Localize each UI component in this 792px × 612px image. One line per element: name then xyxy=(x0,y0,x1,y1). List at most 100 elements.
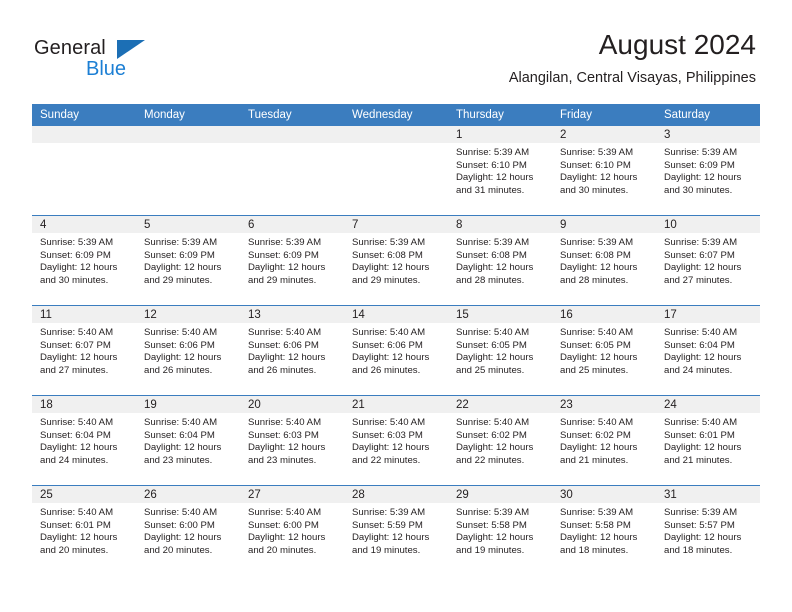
day-detail-line: Sunset: 6:06 PM xyxy=(144,339,215,351)
calendar-day-cell[interactable]: 4 Sunrise: 5:39 AM Sunset: 6:09 PM Daylight… xyxy=(32,216,136,305)
weekday-header-tuesday: Tuesday xyxy=(248,109,292,121)
day-details: Sunrise: 5:40 AM Sunset: 6:00 PM Daylight:… xyxy=(240,503,344,557)
day-details: Sunrise: 5:40 AM Sunset: 6:04 PM Daylight:… xyxy=(136,413,240,467)
calendar-day-cell[interactable]: 16 Sunrise: 5:40 AM Sunset: 6:05 PM Dayligh… xyxy=(552,306,656,395)
calendar-day-cell[interactable]: 27 Sunrise: 5:40 AM Sunset: 6:00 PM Dayligh… xyxy=(240,486,344,575)
day-detail-line: Daylight: 12 hours xyxy=(560,532,638,544)
day-detail-line: Sunset: 6:01 PM xyxy=(40,519,111,531)
day-detail-line: Daylight: 12 hours xyxy=(560,352,638,364)
day-details: Sunrise: 5:40 AM Sunset: 6:04 PM Daylight:… xyxy=(32,413,136,467)
calendar-day-cell[interactable]: 31 Sunrise: 5:39 AM Sunset: 5:57 PM Dayligh… xyxy=(656,486,760,575)
day-number: 6 xyxy=(240,216,344,233)
page-header: General Blue August 2024 Alangilan, Cent… xyxy=(0,0,792,104)
calendar-day-cell[interactable]: 25 Sunrise: 5:40 AM Sunset: 6:01 PM Dayligh… xyxy=(32,486,136,575)
day-detail-line: Sunrise: 5:39 AM xyxy=(248,237,322,248)
day-number xyxy=(136,126,240,143)
calendar-day-cell[interactable]: 17 Sunrise: 5:40 AM Sunset: 6:04 PM Dayligh… xyxy=(656,306,760,395)
day-detail-line: Daylight: 12 hours xyxy=(144,442,222,454)
day-details: Sunrise: 5:40 AM Sunset: 6:05 PM Daylight:… xyxy=(552,323,656,377)
day-details: Sunrise: 5:40 AM Sunset: 6:03 PM Daylight:… xyxy=(240,413,344,467)
calendar-day-cell[interactable]: 3 Sunrise: 5:39 AM Sunset: 6:09 PM Daylight… xyxy=(656,126,760,215)
calendar-day-cell[interactable]: 23 Sunrise: 5:40 AM Sunset: 6:02 PM Dayligh… xyxy=(552,396,656,485)
day-details: Sunrise: 5:39 AM Sunset: 5:58 PM Daylight:… xyxy=(552,503,656,557)
day-detail-line: Sunset: 6:07 PM xyxy=(664,249,735,261)
day-detail-line: Sunset: 6:04 PM xyxy=(144,429,215,441)
day-detail-line: Sunrise: 5:40 AM xyxy=(664,327,738,338)
weekday-header-thursday: Thursday xyxy=(456,109,504,121)
calendar-day-cell[interactable]: 13 Sunrise: 5:40 AM Sunset: 6:06 PM Dayligh… xyxy=(240,306,344,395)
location-subtitle: Alangilan, Central Visayas, Philippines xyxy=(508,70,756,86)
day-detail-line: Daylight: 12 hours xyxy=(40,352,118,364)
day-detail-line: Sunset: 6:01 PM xyxy=(664,429,735,441)
calendar-day-cell[interactable]: 18 Sunrise: 5:40 AM Sunset: 6:04 PM Dayligh… xyxy=(32,396,136,485)
calendar-day-cell[interactable]: 26 Sunrise: 5:40 AM Sunset: 6:00 PM Dayligh… xyxy=(136,486,240,575)
day-detail-line: and 30 minutes. xyxy=(40,274,109,286)
calendar-grid: Sunday Monday Tuesday Wednesday Thursday Frid… xyxy=(32,104,760,575)
calendar-day-cell[interactable]: 22 Sunrise: 5:40 AM Sunset: 6:02 PM Dayligh… xyxy=(448,396,552,485)
calendar-day-cell[interactable]: 19 Sunrise: 5:40 AM Sunset: 6:04 PM Dayligh… xyxy=(136,396,240,485)
day-detail-line: and 25 minutes. xyxy=(456,364,525,376)
logo-text-general: General xyxy=(34,37,106,59)
calendar-day-cell[interactable]: 28 Sunrise: 5:39 AM Sunset: 5:59 PM Dayligh… xyxy=(344,486,448,575)
day-detail-line: Daylight: 12 hours xyxy=(144,532,222,544)
day-detail-line: Daylight: 12 hours xyxy=(248,442,326,454)
day-details: Sunrise: 5:39 AM Sunset: 6:09 PM Daylight:… xyxy=(656,143,760,197)
day-detail-line: Sunrise: 5:40 AM xyxy=(248,417,322,428)
day-details: Sunrise: 5:39 AM Sunset: 6:08 PM Daylight:… xyxy=(448,233,552,287)
calendar-day-cell[interactable]: 7 Sunrise: 5:39 AM Sunset: 6:08 PM Daylight… xyxy=(344,216,448,305)
day-number xyxy=(344,126,448,143)
day-detail-line: Daylight: 12 hours xyxy=(456,352,534,364)
calendar-day-cell[interactable]: 14 Sunrise: 5:40 AM Sunset: 6:06 PM Dayligh… xyxy=(344,306,448,395)
day-number: 25 xyxy=(32,486,136,503)
day-detail-line: Daylight: 12 hours xyxy=(456,442,534,454)
day-detail-line: Sunset: 6:02 PM xyxy=(456,429,527,441)
calendar-day-cell[interactable]: 30 Sunrise: 5:39 AM Sunset: 5:58 PM Dayligh… xyxy=(552,486,656,575)
calendar-day-cell[interactable]: 5 Sunrise: 5:39 AM Sunset: 6:09 PM Daylight… xyxy=(136,216,240,305)
weekday-header-wednesday: Wednesday xyxy=(352,109,413,121)
day-detail-line: and 22 minutes. xyxy=(456,454,525,466)
day-number: 21 xyxy=(344,396,448,413)
day-detail-line: Daylight: 12 hours xyxy=(664,262,742,274)
day-detail-line: Daylight: 12 hours xyxy=(352,352,430,364)
day-detail-line: Daylight: 12 hours xyxy=(664,172,742,184)
calendar-day-cell[interactable]: 1 Sunrise: 5:39 AM Sunset: 6:10 PM Daylight… xyxy=(448,126,552,215)
calendar-day-cell[interactable]: 21 Sunrise: 5:40 AM Sunset: 6:03 PM Dayligh… xyxy=(344,396,448,485)
day-number: 27 xyxy=(240,486,344,503)
calendar-day-cell[interactable]: 10 Sunrise: 5:39 AM Sunset: 6:07 PM Dayligh… xyxy=(656,216,760,305)
day-detail-line: and 21 minutes. xyxy=(560,454,629,466)
calendar-day-cell[interactable]: 6 Sunrise: 5:39 AM Sunset: 6:09 PM Daylight… xyxy=(240,216,344,305)
day-detail-line: and 18 minutes. xyxy=(560,544,629,556)
day-details: Sunrise: 5:39 AM Sunset: 6:09 PM Daylight:… xyxy=(32,233,136,287)
day-detail-line: Daylight: 12 hours xyxy=(664,442,742,454)
day-detail-line: Sunrise: 5:40 AM xyxy=(560,417,634,428)
day-detail-line: Sunset: 6:10 PM xyxy=(456,159,527,171)
day-detail-line: Sunset: 6:06 PM xyxy=(352,339,423,351)
calendar-cell-empty xyxy=(136,126,240,215)
calendar-day-cell[interactable]: 20 Sunrise: 5:40 AM Sunset: 6:03 PM Dayligh… xyxy=(240,396,344,485)
calendar-day-cell[interactable]: 8 Sunrise: 5:39 AM Sunset: 6:08 PM Daylight… xyxy=(448,216,552,305)
day-number: 11 xyxy=(32,306,136,323)
day-detail-line: and 27 minutes. xyxy=(40,364,109,376)
day-detail-line: Sunset: 6:04 PM xyxy=(40,429,111,441)
calendar-day-cell[interactable]: 12 Sunrise: 5:40 AM Sunset: 6:06 PM Dayligh… xyxy=(136,306,240,395)
calendar-day-cell[interactable]: 9 Sunrise: 5:39 AM Sunset: 6:08 PM Daylight… xyxy=(552,216,656,305)
day-detail-line: Sunset: 6:08 PM xyxy=(560,249,631,261)
calendar-day-cell[interactable]: 29 Sunrise: 5:39 AM Sunset: 5:58 PM Dayligh… xyxy=(448,486,552,575)
page-title: August 2024 xyxy=(598,29,756,60)
calendar-day-cell[interactable]: 15 Sunrise: 5:40 AM Sunset: 6:05 PM Dayligh… xyxy=(448,306,552,395)
day-detail-line: and 21 minutes. xyxy=(664,454,733,466)
calendar-day-cell[interactable]: 24 Sunrise: 5:40 AM Sunset: 6:01 PM Dayligh… xyxy=(656,396,760,485)
calendar-day-cell[interactable]: 11 Sunrise: 5:40 AM Sunset: 6:07 PM Dayligh… xyxy=(32,306,136,395)
day-details xyxy=(240,143,344,147)
calendar-day-cell[interactable]: 2 Sunrise: 5:39 AM Sunset: 6:10 PM Daylight… xyxy=(552,126,656,215)
day-details: Sunrise: 5:39 AM Sunset: 5:57 PM Daylight:… xyxy=(656,503,760,557)
day-detail-line: and 23 minutes. xyxy=(144,454,213,466)
day-detail-line: Sunrise: 5:40 AM xyxy=(40,417,114,428)
day-number: 2 xyxy=(552,126,656,143)
calendar-cell-empty xyxy=(240,126,344,215)
day-number: 18 xyxy=(32,396,136,413)
weekday-header-monday: Monday xyxy=(144,109,185,121)
day-detail-line: Daylight: 12 hours xyxy=(40,262,118,274)
day-detail-line: Sunrise: 5:40 AM xyxy=(144,417,218,428)
day-number: 8 xyxy=(448,216,552,233)
